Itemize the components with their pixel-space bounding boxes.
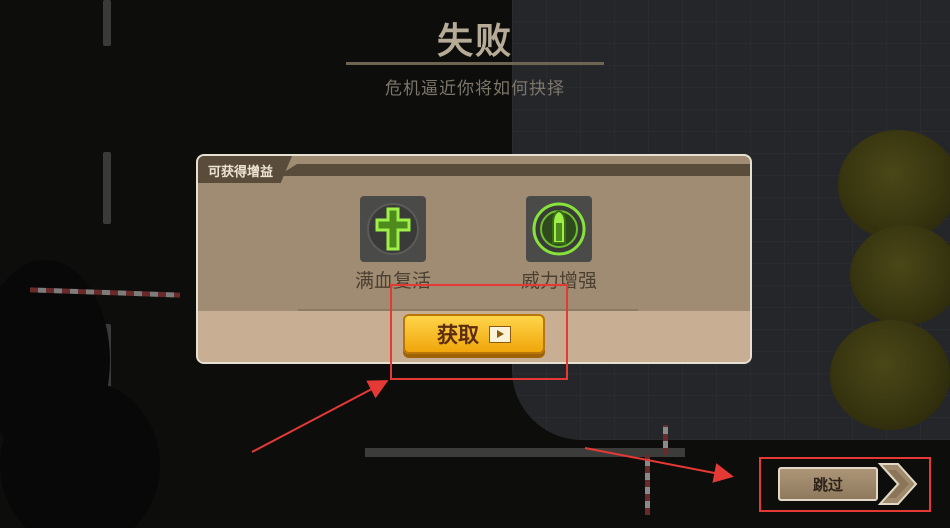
arrow-to-skip-button [584,447,734,483]
arrow-to-get-button [251,380,389,453]
annotation-arrows [251,380,734,483]
